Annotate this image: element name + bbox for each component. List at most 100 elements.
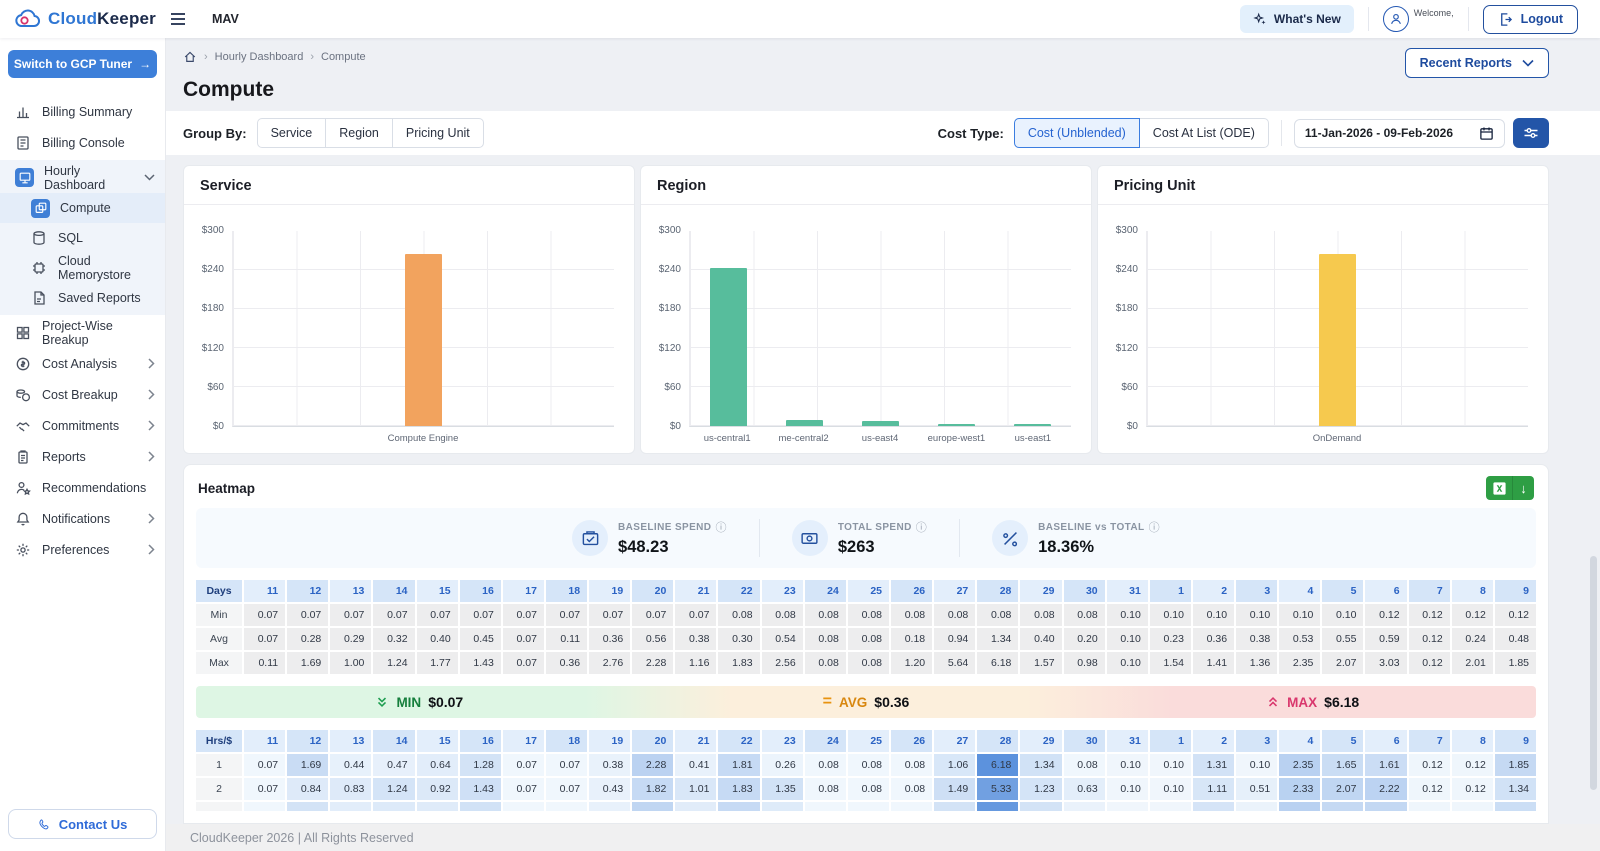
summary-cell: 0.07 [502,652,544,674]
cost-type-cost-at-list-ode-[interactable]: Cost At List (ODE) [1138,118,1269,148]
bar-europe-west1[interactable] [938,424,976,426]
bar-us-east1[interactable] [1014,424,1052,426]
sidebar-item-billing-console[interactable]: Billing Console [0,127,165,158]
summary-cell: 2.01 [1451,652,1493,674]
home-icon[interactable] [183,50,197,64]
brand-logo[interactable]: CloudKeeper [0,9,166,29]
summary-cell: 0.29 [330,628,372,650]
filter-button[interactable] [1513,118,1549,148]
sidebar-item-recommendations[interactable]: Recommendations [0,472,165,503]
sidebar-item-project-wise-breakup[interactable]: Project-Wise Breakup [0,317,165,348]
sidebar-item-saved-reports[interactable]: Saved Reports [0,283,165,313]
stat-baseline-icon [572,520,609,556]
heatmap-cell: 0.44 [330,754,372,776]
recent-reports-button[interactable]: Recent Reports [1404,48,1549,78]
brand-keeper: Keeper [97,9,156,28]
day-column-header: 24 [804,580,846,602]
day-column-header: 9 [1494,730,1536,752]
sidebar-item-hourly-dashboard[interactable]: Hourly Dashboard [0,162,165,193]
sidebar-item-sql[interactable]: SQL [0,223,165,253]
day-column-header: 25 [847,730,889,752]
sidebar-item-notifications[interactable]: Notifications [0,503,165,534]
whats-new-button[interactable]: What's New [1239,5,1354,33]
divider [1280,120,1282,146]
avatar[interactable] [1382,6,1409,32]
day-column-header: 17 [502,580,544,602]
summary-cell: 0.55 [1322,628,1364,650]
chart-title: Service [184,166,634,205]
logout-button[interactable]: Logout [1482,4,1578,34]
summary-cell: 2.76 [589,652,631,674]
sidebar-item-label: Hourly Dashboard [44,163,106,192]
sidebar-item-cost-breakup[interactable]: Cost Breakup [0,379,165,410]
heatmap-cell: 0.84 [287,778,329,800]
export-excel-button[interactable] [1486,476,1513,500]
summary-cell: 0.08 [847,628,889,650]
bar-us-east4[interactable] [862,420,899,426]
summary-cell: 0.07 [244,628,286,650]
plot-area [689,231,1071,427]
cost-type-cost-unblended-[interactable]: Cost (Unblended) [1013,118,1140,148]
sidebar-item-preferences[interactable]: Preferences [0,534,165,565]
download-icon[interactable]: ↓ [1513,476,1534,500]
sidebar-item-label: Compute [60,201,111,215]
sidebar-item-compute[interactable]: Compute [0,193,165,223]
breadcrumb-item[interactable]: Hourly Dashboard [215,51,304,63]
sidebar-item-reports[interactable]: Reports [0,441,165,472]
group-by-label: Group By: [183,125,247,141]
scrollbar[interactable] [1590,556,1597,790]
sidebar-item-billing-summary[interactable]: Billing Summary [0,96,165,127]
info-icon[interactable]: ⓘ [916,519,927,535]
day-column-header: 11 [244,730,286,752]
heatmap-cell: 1.43 [459,778,501,800]
day-column-header: 13 [330,730,372,752]
menu-toggle-icon[interactable] [170,12,186,26]
cost-type-segmented: Cost (Unblended) Cost At List (ODE) [1013,118,1269,148]
info-icon[interactable]: ⓘ [715,519,726,535]
phone-icon [38,818,51,831]
day-column-header: 15 [416,730,458,752]
day-column-header: 21 [675,730,717,752]
info-icon[interactable]: ⓘ [1149,519,1160,535]
heatmap-cell: 1.49 [934,778,976,800]
day-column-header: 16 [459,730,501,752]
group-by-service[interactable]: Service [256,118,327,148]
summary-cell: 0.18 [891,628,933,650]
heatmap-cell: 1.28 [459,754,501,776]
cost-analysis-icon [15,356,32,372]
chevron-right-icon [148,513,155,524]
gear-icon [15,542,32,558]
switch-to-gcp-tuner-button[interactable]: Switch to GCP Tuner → [8,50,157,78]
sidebar-item-label: Commitments [42,418,120,433]
date-range-picker[interactable]: 11-Jan-2026 - 09-Feb-2026 [1293,118,1505,148]
cost-breakup-icon [15,387,32,403]
sidebar-item-commitments[interactable]: Commitments [0,410,165,441]
summary-cell: 0.11 [244,652,286,674]
bar-us-central1[interactable] [709,267,747,426]
breadcrumb-item[interactable]: Compute [321,51,366,63]
summary-cell: 0.07 [545,604,588,626]
bar-ondemand[interactable] [1319,254,1356,426]
heatmap-cell: 1.69 [287,754,329,776]
summary-cell: 0.10 [1106,628,1148,650]
group-by-region[interactable]: Region [325,118,393,148]
bar-me-central2[interactable] [785,420,823,426]
hour-row-label-1: 1 [196,754,242,776]
day-column-header: 11 [244,580,286,602]
sidebar-item-cost-analysis[interactable]: Cost Analysis [0,348,165,379]
bar-compute-engine[interactable] [405,254,442,426]
group-by-pricing-unit[interactable]: Pricing Unit [391,118,484,148]
toolbar: Group By: Service Region Pricing Unit Cost… [166,111,1600,155]
heatmap-cell: 0.07 [244,778,286,800]
user-menu[interactable]: Welcome, [1382,6,1454,32]
chart-card-service: Service $300 $240 $180 $120 $60 $0 Compute Engi… [183,165,635,454]
charts-row: Service $300 $240 $180 $120 $60 $0 Compute Engi… [183,165,1549,454]
summary-cell: 0.56 [632,628,674,650]
sidebar-item-label: Cloud Memorystore [58,254,131,282]
divider [1367,7,1369,31]
sidebar-item-cloud-memorystore[interactable]: Cloud Memorystore [0,253,165,283]
contact-us-button[interactable]: Contact Us [8,809,157,839]
x-axis-labels: OnDemand [1312,433,1362,444]
heatmap-cell: 1.34 [1020,754,1062,776]
row-label-avg: Avg [196,628,242,650]
